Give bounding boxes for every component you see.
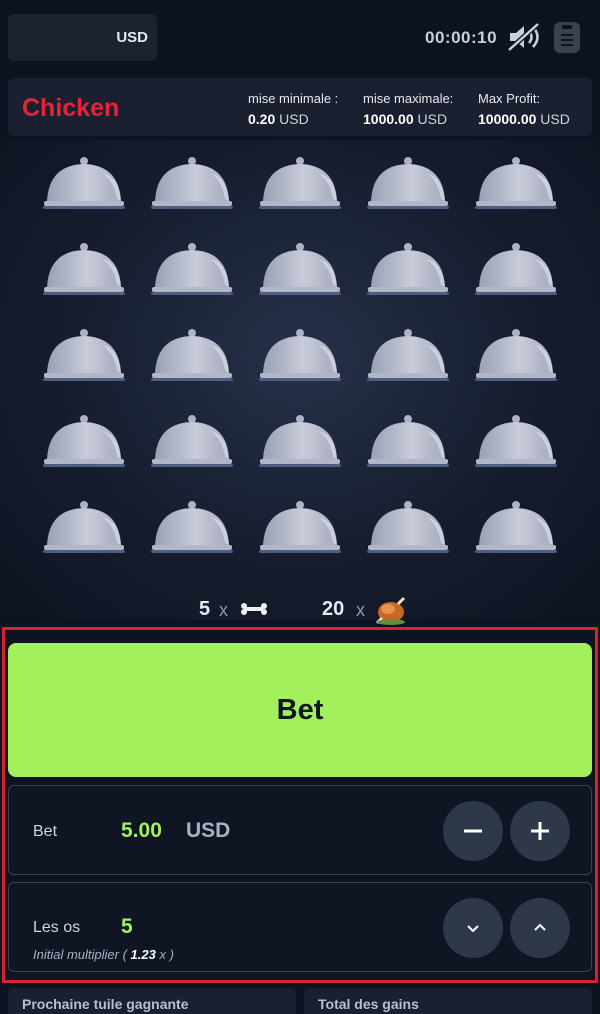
decrease-bet-button[interactable] [443,801,503,861]
cloche-tile[interactable] [41,241,127,301]
bet-amount-currency: USD [186,819,231,842]
decrease-bones-button[interactable] [443,898,503,958]
game-board [0,140,600,620]
cloche-tile[interactable] [257,241,343,301]
cloche-tile[interactable] [365,413,451,473]
bones-count: 5 [199,598,211,620]
max-profit-label: Max Profit: [478,91,541,106]
bet-button[interactable]: Bet [8,643,592,777]
max-profit-value: 10000.00 USD [478,111,570,127]
max-bet-stat: mise maximale: 1000.00 USD [363,91,453,127]
initial-multiplier: Initial multiplier ( 1.23 x ) [33,947,174,962]
cloche-tile[interactable] [473,413,559,473]
cloche-tile[interactable] [365,327,451,387]
max-bet-label: mise maximale: [363,91,454,106]
cloche-tile[interactable] [473,499,559,559]
chickens-count: 20 [322,598,345,620]
top-bar: USD 00:00:10 [0,0,600,70]
bet-amount-label: Bet [33,823,58,840]
cloche-tile[interactable] [257,155,343,215]
cloche-tile[interactable] [365,499,451,559]
cloche-tile[interactable] [149,155,235,215]
min-bet-label: mise minimale : [248,91,339,106]
cloche-tile[interactable] [41,413,127,473]
max-bet-value: 1000.00 USD [363,111,448,127]
plus-icon [531,822,549,840]
cloche-tile[interactable] [365,155,451,215]
max-profit-stat: Max Profit: 10000.00 USD [478,91,570,127]
cloche-tile[interactable] [473,327,559,387]
cloche-tile[interactable] [41,155,127,215]
increase-bones-button[interactable] [510,898,570,958]
cloche-tile[interactable] [473,155,559,215]
session-timer: 00:00:10 [425,28,498,47]
bet-amount-value[interactable]: 5.00 [121,819,162,843]
cloche-tile[interactable] [473,241,559,301]
cloche-tile[interactable] [41,327,127,387]
cloche-tile[interactable] [257,499,343,559]
roast-chicken-icon [374,596,408,631]
cloche-tile[interactable] [149,413,235,473]
balance-box[interactable]: USD [8,14,157,61]
item-counts: 5 x 20 x [0,596,600,631]
bones-value: 5 [121,915,133,938]
bone-icon [239,602,269,621]
min-bet-stat: mise minimale : 0.20 USD [248,91,338,127]
cloche-tile[interactable] [149,327,235,387]
cloche-tile[interactable] [41,499,127,559]
chevron-down-icon [467,925,479,933]
total-winnings-label: Total des gains [318,996,419,1012]
next-winning-tile-panel: Prochaine tuile gagnante [8,988,296,1014]
next-winning-tile-label: Prochaine tuile gagnante [22,996,189,1012]
minus-icon [464,829,482,833]
cloche-tile[interactable] [149,499,235,559]
bet-amount-row: Bet 5.00 USD [8,785,592,875]
chevron-up-icon [534,923,546,931]
bones-label: Les os [33,919,81,936]
cloche-tile[interactable] [149,241,235,301]
cloche-tile[interactable] [365,241,451,301]
sound-muted-icon[interactable] [507,22,541,52]
cloche-tile[interactable] [257,413,343,473]
total-winnings-panel: Total des gains [304,988,592,1014]
increase-bet-button[interactable] [510,801,570,861]
balance-currency: USD [116,29,148,46]
clipboard-icon[interactable] [554,22,580,53]
multiplier-value: 1.23 [130,947,156,962]
bones-count-row: Les os 5 Initial multiplier ( 1.23 x ) [8,882,592,972]
chickens-multiply: x [356,600,365,620]
game-info-bar: Chicken mise minimale : 0.20 USD mise ma… [8,78,592,136]
cloche-tile[interactable] [257,327,343,387]
min-bet-value: 0.20 USD [248,111,309,127]
game-title: Chicken [22,94,120,122]
bones-multiply: x [219,600,228,620]
